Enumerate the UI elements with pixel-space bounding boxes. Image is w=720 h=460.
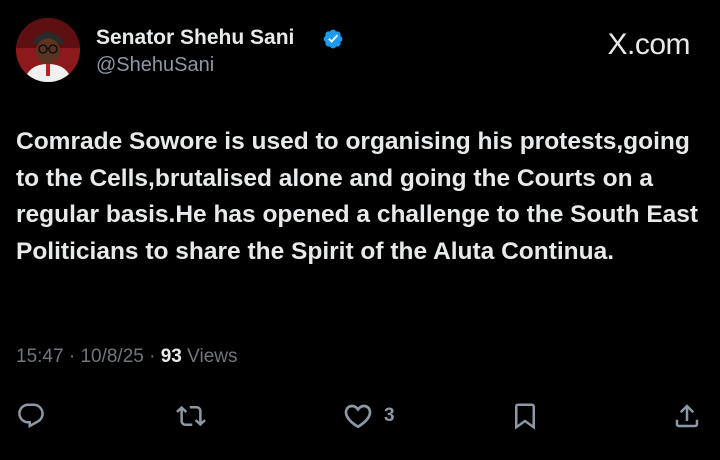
author-handle[interactable]: @ShehuSani — [96, 54, 214, 77]
meta-separator: · — [149, 346, 161, 367]
tweet-meta: 15:47 · 10/8/25 · 93 Views — [16, 346, 238, 368]
author-display-name[interactable]: Senator Shehu Sani — [96, 26, 294, 50]
retweet-icon — [176, 405, 206, 427]
bookmark-button[interactable] — [510, 398, 540, 434]
tweet-time[interactable]: 15:47 — [16, 346, 64, 367]
meta-separator: · — [68, 346, 81, 367]
share-icon — [675, 404, 699, 428]
avatar[interactable] — [16, 18, 80, 82]
reply-button[interactable] — [16, 398, 46, 434]
views-count: 93 — [160, 346, 188, 367]
verified-badge-icon — [323, 29, 343, 49]
tweet-text: Comrade Sowore is used to organising his… — [16, 128, 699, 265]
tweet-card: Senator Shehu Sani @ShehuSani X.com Comr… — [0, 0, 720, 460]
views-label: Views — [187, 346, 238, 367]
share-button[interactable] — [672, 398, 702, 434]
heart-icon — [344, 404, 372, 429]
tweet-date[interactable]: 10/8/25 — [80, 346, 143, 367]
bookmark-icon — [515, 403, 535, 430]
retweet-button[interactable] — [176, 398, 206, 434]
reply-icon — [18, 403, 44, 429]
brand-label: X.com — [607, 28, 690, 61]
avatar-image — [16, 18, 80, 82]
like-count: 3 — [384, 405, 395, 426]
like-button[interactable]: 3 — [342, 398, 395, 434]
